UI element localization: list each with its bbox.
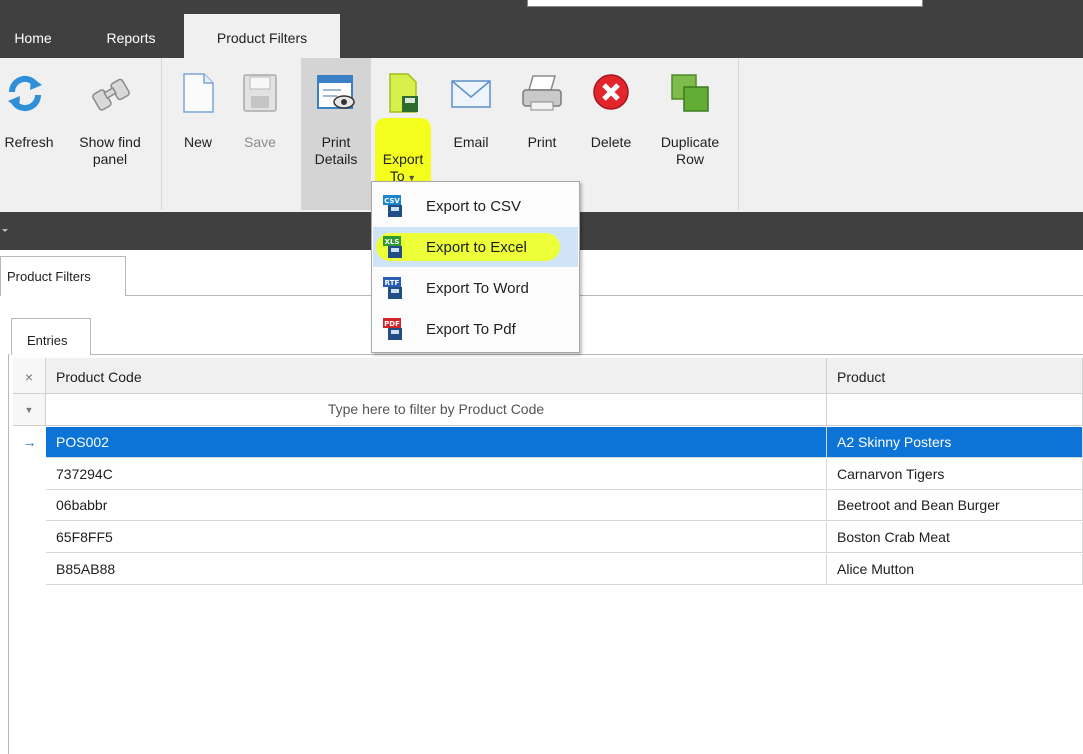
table-row-product[interactable]: A2 Skinny Posters — [827, 427, 1083, 458]
export-to-csv-label: Export to CSV — [426, 198, 522, 215]
tab-reports[interactable]: Reports — [86, 0, 176, 58]
tab-home[interactable]: Home — [0, 0, 66, 58]
export-to-pdf-label: Export To Pdf — [426, 321, 516, 338]
print-preview-icon — [317, 75, 355, 109]
xls-badge: XLS — [385, 238, 400, 246]
refresh-button[interactable]: Refresh — [0, 58, 58, 210]
table-row-product[interactable]: Boston Crab Meat — [827, 522, 1083, 553]
chevron-down-icon[interactable] — [2, 229, 8, 232]
save-icon — [243, 74, 277, 112]
export-dropdown-menu: CSV Export to CSV XLS Export to Excel RT… — [371, 181, 580, 353]
current-row-arrow-icon: → — [22, 434, 37, 450]
refresh-icon — [8, 75, 42, 112]
product-filter-input[interactable] — [827, 394, 1083, 426]
column-header-product[interactable]: Product — [827, 358, 1083, 394]
table-row-code[interactable]: POS002 — [46, 427, 827, 458]
product-code-filter-input[interactable]: Type here to filter by Product Code — [46, 394, 827, 426]
print-label: Print — [527, 134, 557, 150]
new-button[interactable]: New — [174, 58, 222, 210]
tab-entries[interactable]: Entries — [11, 318, 91, 355]
save-button[interactable]: Save — [238, 58, 282, 210]
ribbon-separator — [738, 58, 739, 210]
table-row-code[interactable]: 737294C — [46, 459, 827, 490]
export-to-excel-label: Export to Excel — [426, 239, 527, 256]
email-label: Email — [453, 134, 489, 150]
rtf-badge: RTF — [385, 279, 400, 287]
show-find-panel-button[interactable]: Show find panel — [64, 58, 156, 210]
filter-icon: ▼ — [13, 394, 46, 426]
ribbon-separator — [161, 58, 162, 210]
column-header-product-code[interactable]: Product Code — [46, 358, 827, 394]
pdf-badge: PDF — [384, 320, 400, 328]
title-search-box[interactable] — [527, 0, 923, 7]
table-row-code[interactable]: 65F8FF5 — [46, 522, 827, 553]
xls-file-icon: XLS — [383, 236, 402, 258]
duplicate-row-button[interactable]: Duplicate Row — [652, 58, 728, 210]
envelope-icon — [451, 80, 491, 108]
export-icon — [389, 73, 418, 113]
delete-button[interactable]: Delete — [584, 58, 638, 210]
table-row-product[interactable]: Beetroot and Bean Burger — [827, 490, 1083, 521]
delete-icon — [593, 74, 629, 110]
save-label: Save — [244, 134, 276, 150]
duplicate-row-label: Duplicate Row — [660, 134, 720, 167]
export-to-label: Export To ▼ — [374, 134, 432, 187]
csv-file-icon: CSV — [383, 195, 402, 217]
table-row-code[interactable]: B85AB88 — [46, 554, 827, 585]
tab-divider — [126, 295, 1083, 296]
rtf-file-icon: RTF — [383, 277, 402, 299]
refresh-label: Refresh — [4, 134, 54, 150]
print-details-button[interactable]: Print Details — [301, 58, 371, 210]
show-find-panel-label: Show find panel — [79, 134, 141, 167]
table-row-code[interactable]: 06babbr — [46, 490, 827, 521]
export-to-pdf-item[interactable]: PDF Export To Pdf — [373, 309, 578, 349]
duplicate-icon — [671, 74, 709, 112]
table-row-product[interactable]: Alice Mutton — [827, 554, 1083, 585]
tab-product-filters-document[interactable]: Product Filters — [0, 256, 126, 296]
clear-filter-icon[interactable]: × — [13, 358, 46, 394]
pdf-file-icon: PDF — [383, 318, 402, 340]
csv-badge: CSV — [384, 197, 400, 205]
tab-product-filters[interactable]: Product Filters — [184, 14, 340, 58]
new-label: New — [183, 134, 212, 150]
print-details-label: Print Details — [314, 134, 358, 167]
table-row-product[interactable]: Carnarvon Tigers — [827, 459, 1083, 490]
binoculars-icon — [92, 78, 130, 111]
new-document-icon — [183, 73, 214, 113]
export-to-word-item[interactable]: RTF Export To Word — [373, 268, 578, 308]
export-to-word-label: Export To Word — [426, 280, 529, 297]
export-to-excel-item[interactable]: XLS Export to Excel — [373, 227, 578, 267]
export-to-text: Export To — [382, 151, 424, 184]
export-to-csv-item[interactable]: CSV Export to CSV — [373, 186, 578, 226]
delete-label: Delete — [590, 134, 632, 150]
printer-icon — [522, 75, 562, 111]
